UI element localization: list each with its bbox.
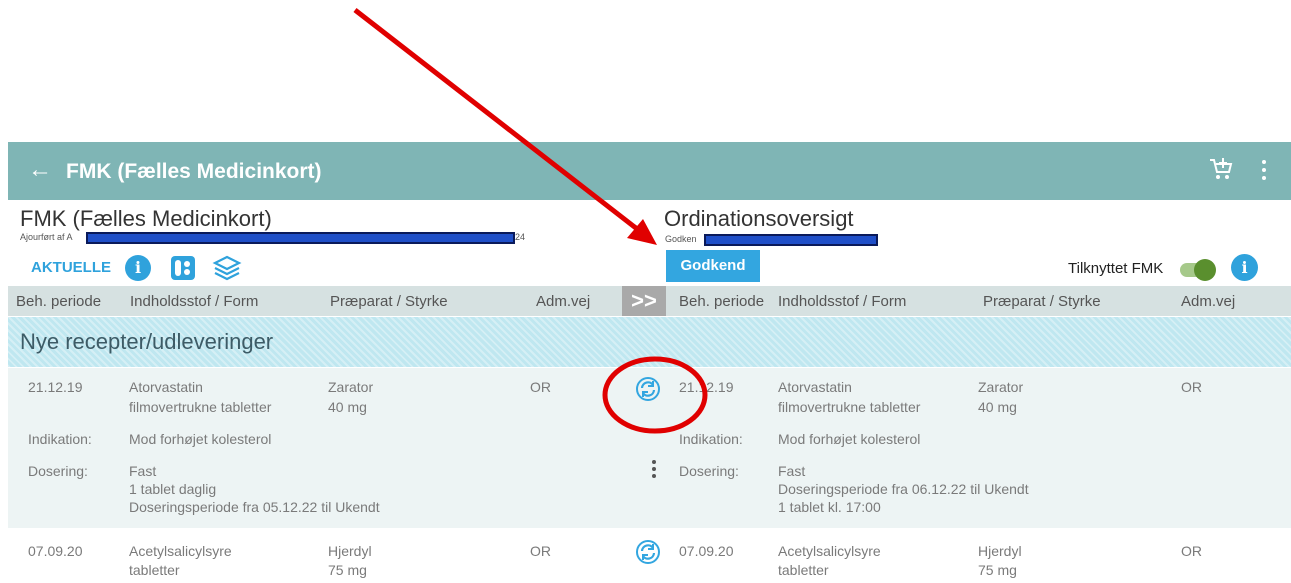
updated-by-prefix: Ajourført af A (20, 232, 73, 242)
more-vert-icon[interactable] (652, 460, 656, 481)
more-vert-icon[interactable] (1262, 160, 1268, 184)
sync-icon[interactable] (635, 376, 661, 402)
period: 21.12.19 (28, 379, 83, 395)
period: 21.12.19 (679, 379, 734, 395)
col-header-period[interactable]: Beh. periode (16, 293, 101, 310)
product: Hjerdyl (978, 543, 1022, 559)
dosing-line: Fast (778, 463, 806, 479)
approve-button[interactable]: Godkend (666, 250, 760, 282)
indication-label: Indikation: (28, 431, 92, 447)
dosing-line: Doseringsperiode fra 06.12.22 til Ukendt (778, 481, 1029, 497)
toggle-knob[interactable] (1194, 259, 1216, 281)
expand-columns-button[interactable]: >> (622, 286, 666, 316)
route: OR (1181, 543, 1202, 559)
pill-box-icon[interactable] (170, 255, 196, 281)
form: filmovertrukne tabletter (778, 399, 921, 415)
substance: Acetylsalicylsyre (129, 543, 232, 559)
updated-by-suffix: 24 (515, 232, 526, 242)
period: 07.09.20 (679, 543, 734, 559)
dosing-label: Dosering: (28, 463, 88, 479)
strength: 75 mg (978, 562, 1017, 578)
section-title: Nye recepter/udleveringer (20, 329, 274, 354)
col-header-route[interactable]: Adm.vej (1181, 293, 1235, 310)
dosing-line: 1 tablet daglig (129, 481, 217, 497)
period: 07.09.20 (28, 543, 83, 559)
table-row[interactable]: 07.09.20 Acetylsalicylsyre tabletter Hje… (8, 530, 1291, 583)
col-header-product[interactable]: Præparat / Styrke (983, 293, 1101, 310)
form: tabletter (129, 562, 180, 578)
app-bar-title: FMK (Fælles Medicinkort) (66, 160, 322, 183)
section-header: Nye recepter/udleveringer (8, 317, 1291, 367)
product: Zarator (978, 379, 1024, 395)
indication-label: Indikation: (679, 431, 743, 447)
indication: Mod forhøjet kolesterol (129, 431, 272, 447)
route: OR (530, 379, 551, 395)
annotation-arrowhead (627, 219, 657, 245)
substance: Atorvastatin (129, 379, 203, 395)
ordination-overview-title: Ordinationsoversigt (664, 206, 854, 231)
strength: 40 mg (978, 399, 1017, 415)
form: tabletter (778, 562, 829, 578)
tab-aktuelle[interactable]: AKTUELLE (31, 259, 111, 276)
route: OR (530, 543, 551, 559)
table-row[interactable]: 21.12.19 Atorvastatin filmovertrukne tab… (8, 368, 1291, 528)
substance: Atorvastatin (778, 379, 852, 395)
linked-fmk-label: Tilknyttet FMK (1068, 260, 1164, 277)
indication: Mod forhøjet kolesterol (778, 431, 921, 447)
strength: 40 mg (328, 399, 367, 415)
cart-plus-icon[interactable] (1208, 156, 1234, 182)
approved-by-prefix: Godken (665, 234, 697, 244)
substance: Acetylsalicylsyre (778, 543, 881, 559)
col-header-substance[interactable]: Indholdsstof / Form (778, 293, 906, 310)
product: Hjerdyl (328, 543, 372, 559)
redacted-block (86, 232, 515, 244)
col-header-route[interactable]: Adm.vej (536, 293, 590, 310)
dosing-label: Dosering: (679, 463, 739, 479)
app-bar: ← FMK (Fælles Medicinkort) (8, 142, 1291, 200)
info-icon[interactable]: i (125, 255, 151, 281)
dosing-line: Fast (129, 463, 157, 479)
dosing-line: 1 tablet kl. 17:00 (778, 499, 881, 515)
form: filmovertrukne tabletter (129, 399, 272, 415)
route: OR (1181, 379, 1202, 395)
strength: 75 mg (328, 562, 367, 578)
info-icon[interactable]: i (1231, 254, 1258, 281)
back-arrow-icon[interactable]: ← (28, 158, 52, 182)
col-header-substance[interactable]: Indholdsstof / Form (130, 293, 258, 310)
col-header-period[interactable]: Beh. periode (679, 293, 764, 310)
product: Zarator (328, 379, 374, 395)
col-header-product[interactable]: Præparat / Styrke (330, 293, 448, 310)
layers-icon[interactable] (212, 254, 242, 282)
medication-card-title: FMK (Fælles Medicinkort) (20, 206, 272, 231)
sync-icon[interactable] (635, 539, 661, 565)
redacted-block (704, 234, 878, 246)
dosing-line: Doseringsperiode fra 05.12.22 til Ukendt (129, 499, 380, 515)
